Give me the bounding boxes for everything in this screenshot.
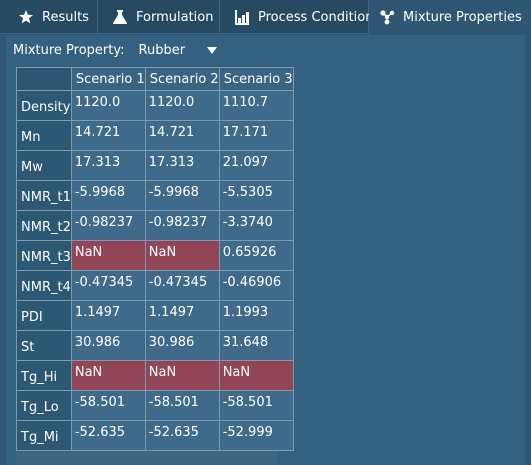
table-row: NMR_t1 -5.9968 -5.9968 -5.5305 [16,180,294,211]
column-header-scenario-1[interactable]: Scenario 1 [70,67,146,91]
table-cell[interactable]: NaN [144,360,220,391]
table-cell[interactable]: 1120.0 [144,90,220,121]
tab-label: Results [42,9,89,25]
row-header[interactable]: PDI [16,300,72,331]
mixture-properties-panel: Mixture Property: Rubber Scenario 1 Scen… [6,35,525,465]
row-header[interactable]: NMR_t2 [16,210,72,241]
table-cell[interactable]: 0.65926 [218,240,294,271]
row-header[interactable]: Tg_Lo [16,390,72,421]
row-header[interactable]: NMR_t1 [16,180,72,211]
table-cell[interactable]: -52.999 [218,420,294,451]
table-cell[interactable]: -0.47345 [70,270,146,301]
corner-header [16,67,72,91]
table-cell[interactable]: 14.721 [144,120,220,151]
tab-bar: Results Formulation Process Conditions M… [0,0,531,34]
table-cell[interactable]: 14.721 [70,120,146,151]
table-cell[interactable]: -0.98237 [144,210,220,241]
table-cell[interactable]: -58.501 [144,390,220,421]
mixture-property-dropdown[interactable]: Rubber [139,43,218,58]
table-cell[interactable]: -52.635 [144,420,220,451]
row-header[interactable]: Mn [16,120,72,151]
table-cell[interactable]: NaN [70,240,146,271]
table-row: Mw 17.313 17.313 21.097 [16,150,294,181]
table-row: Tg_Mi -52.635 -52.635 -52.999 [16,420,294,451]
tab-label: Formulation [136,9,214,25]
mixture-property-value: Rubber [138,42,186,58]
table-cell[interactable]: -3.3740 [218,210,294,241]
tab-formulation[interactable]: Formulation [98,0,220,34]
row-header[interactable]: Density [16,90,72,121]
flask-icon [112,9,128,25]
table-cell[interactable]: 1.1497 [70,300,146,331]
table-row: St 30.986 30.986 31.648 [16,330,294,361]
chevron-down-icon [207,46,218,54]
mixture-property-label: Mixture Property: [13,42,125,58]
properties-table: Scenario 1 Scenario 2 Scenario 3 Density… [16,67,294,465]
row-header[interactable]: Mw [16,150,72,181]
tab-process-conditions[interactable]: Process Conditions [220,0,380,34]
table-cell[interactable]: 17.313 [70,150,146,181]
table-cell[interactable]: NaN [144,240,220,271]
molecule-icon [379,9,395,25]
tab-label: Mixture Properties [403,9,522,25]
column-header-scenario-2[interactable]: Scenario 2 [144,67,220,91]
table-cell[interactable]: -0.46906 [218,270,294,301]
table-cell[interactable]: -5.5305 [218,180,294,211]
table-cell[interactable]: -5.9968 [144,180,220,211]
table-row: PDI 1.1497 1.1497 1.1993 [16,300,294,331]
table-cell[interactable]: -0.98237 [70,210,146,241]
table-cell[interactable]: 1110.7 [218,90,294,121]
table-cell[interactable]: NaN [218,360,294,391]
row-header[interactable]: Tg_Mi [16,420,72,451]
table-row: Density 1120.0 1120.0 1110.7 [16,90,294,121]
mixture-property-row: Mixture Property: Rubber [13,41,218,59]
star-icon [18,9,34,25]
table-row: Mn 14.721 14.721 17.171 [16,120,294,151]
tab-mixture-properties[interactable]: Mixture Properties [369,0,531,34]
table-cell[interactable]: 17.171 [218,120,294,151]
tab-results[interactable]: Results [0,0,98,34]
table-cell[interactable]: 17.313 [144,150,220,181]
table-row: NMR_t4 -0.47345 -0.47345 -0.46906 [16,270,294,301]
row-header[interactable]: Tg_Hi [16,360,72,391]
table-cell[interactable]: -0.47345 [144,270,220,301]
table-row: Tg_Lo -58.501 -58.501 -58.501 [16,390,294,421]
row-header[interactable]: NMR_t3 [16,240,72,271]
column-header-scenario-3[interactable]: Scenario 3 [218,67,294,91]
table-cell[interactable]: 1.1993 [218,300,294,331]
table-cell[interactable]: -58.501 [218,390,294,421]
table-cell[interactable]: 30.986 [70,330,146,361]
table-cell[interactable]: -5.9968 [70,180,146,211]
table-row: NMR_t2 -0.98237 -0.98237 -3.3740 [16,210,294,241]
tab-label: Process Conditions [258,9,381,25]
table-cell[interactable]: 1120.0 [70,90,146,121]
table-cell[interactable]: -58.501 [70,390,146,421]
table-cell[interactable]: NaN [70,360,146,391]
row-header[interactable]: NMR_t4 [16,270,72,301]
table-cell[interactable]: 31.648 [218,330,294,361]
row-header[interactable]: St [16,330,72,361]
table-cell[interactable]: 30.986 [144,330,220,361]
table-cell[interactable]: 1.1497 [144,300,220,331]
table-cell[interactable]: -52.635 [70,420,146,451]
table-row: NMR_t3 NaN NaN 0.65926 [16,240,294,271]
bar-chart-icon [234,9,250,25]
table-row: Tg_Hi NaN NaN NaN [16,360,294,391]
table-cell[interactable]: 21.097 [218,150,294,181]
